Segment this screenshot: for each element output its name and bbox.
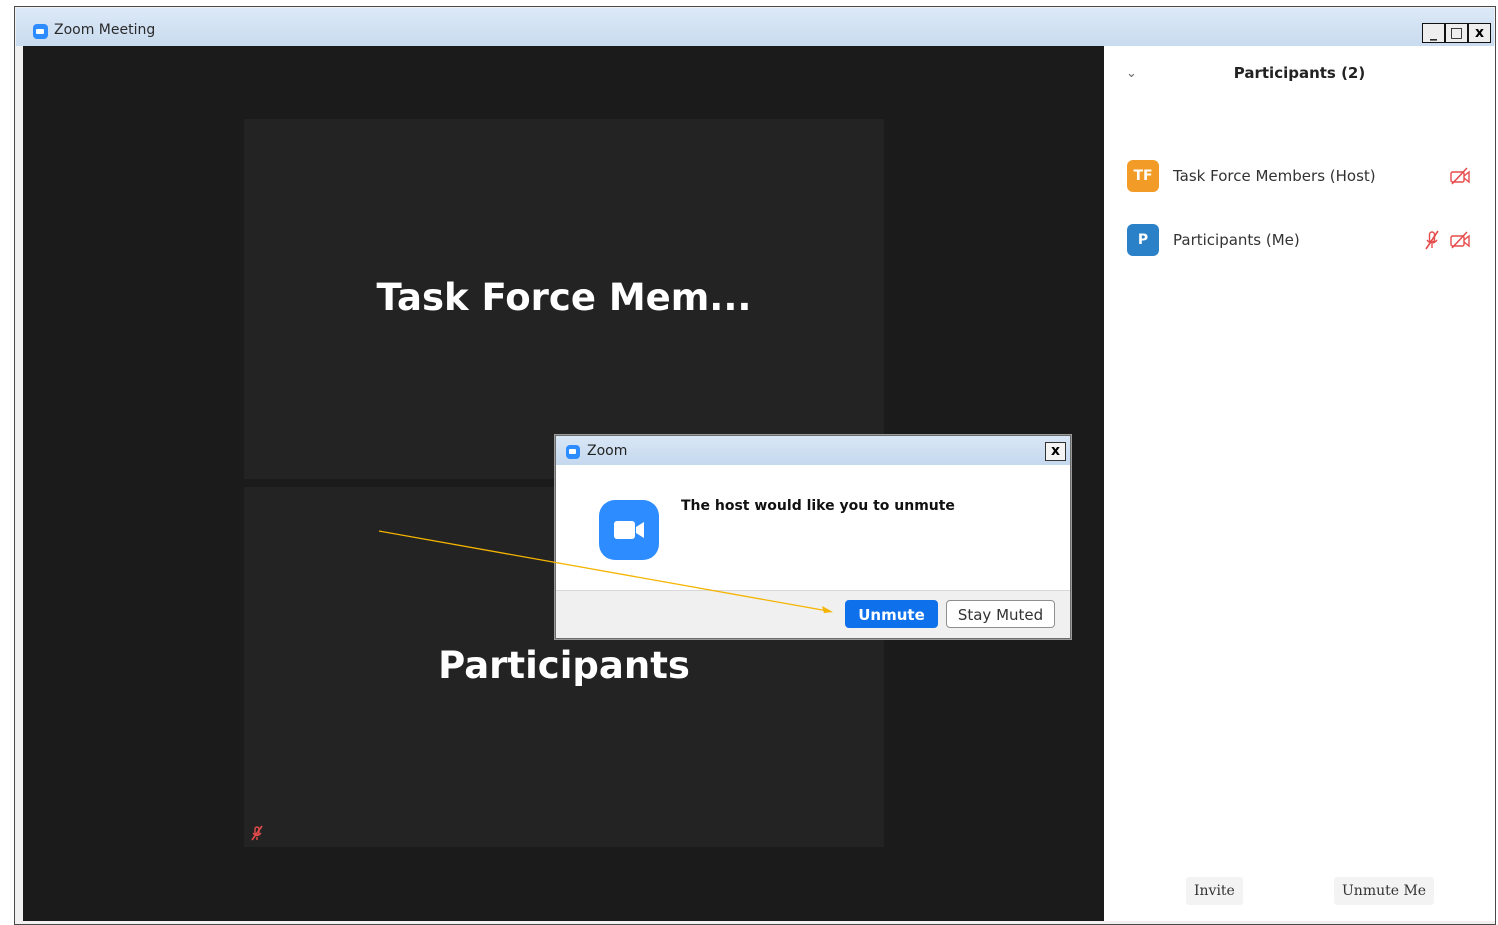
participant-name: Task Force Members (Host): [1173, 167, 1376, 185]
dialog-titlebar: Zoom x: [556, 436, 1070, 465]
window-controls: _ □ x: [1422, 23, 1491, 43]
participants-panel: ⌄ Participants (2) TF Task Force Members…: [1104, 46, 1495, 921]
close-window-button[interactable]: x: [1468, 23, 1491, 43]
participant-row[interactable]: P Participants (Me): [1127, 224, 1471, 256]
avatar: TF: [1127, 160, 1159, 192]
mic-muted-icon: [1425, 230, 1439, 250]
unmute-button[interactable]: Unmute: [845, 600, 938, 628]
zoom-camera-icon: [599, 500, 659, 560]
zoom-logo-icon: [566, 445, 580, 459]
minimize-button[interactable]: _: [1422, 23, 1445, 43]
avatar: P: [1127, 224, 1159, 256]
panel-title: Participants (2): [1233, 64, 1366, 82]
unmute-request-dialog: Zoom x The host would like you to unmute…: [555, 435, 1071, 639]
mic-muted-icon: [251, 825, 263, 841]
participant-status-icons: [1423, 230, 1471, 250]
window-title: Zoom Meeting: [54, 22, 156, 38]
video-off-icon: [1450, 167, 1470, 185]
dialog-footer: Unmute Stay Muted: [556, 590, 1070, 638]
participant-row[interactable]: TF Task Force Members (Host): [1127, 160, 1471, 192]
stay-muted-button[interactable]: Stay Muted: [946, 600, 1055, 628]
maximize-button[interactable]: □: [1445, 23, 1468, 43]
dialog-close-button[interactable]: x: [1045, 442, 1066, 461]
video-tile-name: Participants: [438, 644, 690, 687]
video-tile-name: Task Force Mem...: [376, 276, 752, 319]
unmute-me-button[interactable]: Unmute Me: [1334, 877, 1435, 905]
participant-name: Participants (Me): [1173, 231, 1300, 249]
invite-button[interactable]: Invite: [1186, 877, 1243, 905]
participant-status-icons: [1449, 167, 1471, 185]
dialog-message: The host would like you to unmute: [681, 498, 955, 514]
zoom-logo-icon: [33, 24, 48, 39]
video-tile-host[interactable]: Task Force Mem...: [244, 119, 884, 479]
dialog-title: Zoom: [587, 443, 628, 459]
video-off-icon: [1450, 231, 1470, 249]
window-titlebar: Zoom Meeting _ □ x: [16, 8, 1494, 46]
